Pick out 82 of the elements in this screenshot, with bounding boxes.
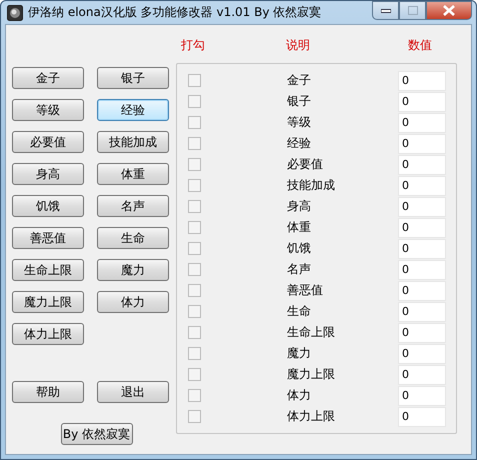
stat-button[interactable]: 经验 [97, 99, 169, 121]
stat-label: 技能加成 [287, 177, 336, 194]
stat-label: 金子 [287, 72, 312, 89]
stat-label: 魔力 [287, 345, 312, 362]
stat-label: 等级 [287, 114, 312, 131]
column-header: 说明 [286, 37, 310, 54]
checkbox[interactable] [188, 284, 201, 297]
value-field[interactable]: 0 [398, 344, 446, 364]
stat-label: 生命 [287, 303, 312, 320]
checkbox[interactable] [188, 263, 201, 276]
stat-button[interactable]: 魔力上限 [12, 291, 84, 313]
checkbox[interactable] [188, 305, 201, 318]
value-field[interactable]: 0 [398, 92, 446, 112]
stat-button[interactable]: 饥饿 [12, 195, 84, 217]
stat-button[interactable]: 技能加成 [97, 131, 169, 153]
stat-button[interactable]: 善恶值 [12, 227, 84, 249]
stat-label: 善恶值 [287, 282, 324, 299]
stat-button[interactable]: 体力上限 [12, 323, 84, 345]
stat-label: 饥饿 [287, 240, 312, 257]
stat-label: 名声 [287, 261, 312, 278]
minimize-button[interactable] [372, 1, 399, 20]
checkbox[interactable] [188, 137, 201, 150]
app-icon [7, 4, 23, 20]
checkbox[interactable] [188, 116, 201, 129]
column-header: 数值 [408, 37, 432, 54]
checkbox[interactable] [188, 326, 201, 339]
stat-button[interactable]: 生命上限 [12, 259, 84, 281]
checkbox[interactable] [188, 368, 201, 381]
stat-button[interactable]: 必要值 [12, 131, 84, 153]
value-field[interactable]: 0 [398, 364, 446, 384]
window-title: 伊洛纳 elona汉化版 多功能修改器 v1.01 By 依然寂寞 [28, 4, 322, 21]
stat-label: 魔力上限 [287, 366, 336, 383]
value-field[interactable]: 0 [398, 196, 446, 216]
checkbox[interactable] [188, 242, 201, 255]
stat-button[interactable]: 等级 [12, 99, 84, 121]
value-field[interactable]: 0 [398, 386, 446, 406]
stat-label: 体力上限 [287, 408, 336, 425]
minimize-icon [380, 8, 390, 12]
checkbox[interactable] [188, 179, 201, 192]
checkbox[interactable] [188, 74, 201, 87]
maximize-button[interactable] [399, 1, 426, 20]
value-field[interactable]: 0 [398, 238, 446, 258]
checkbox[interactable] [188, 410, 201, 423]
stat-label: 身高 [287, 198, 312, 215]
stat-label: 体重 [287, 219, 312, 236]
stat-button[interactable]: 体力 [97, 291, 169, 313]
maximize-icon [408, 6, 418, 15]
checkbox[interactable] [188, 389, 201, 402]
stat-button[interactable]: 名声 [97, 195, 169, 217]
stat-button[interactable]: 金子 [12, 67, 84, 89]
stat-button[interactable]: 生命 [97, 227, 169, 249]
value-field[interactable]: 0 [398, 280, 446, 300]
stat-label: 体力 [287, 387, 312, 404]
action-button[interactable]: 退出 [97, 381, 169, 403]
close-button[interactable] [426, 1, 472, 20]
column-header: 打勾 [181, 37, 205, 54]
value-field[interactable]: 0 [398, 302, 446, 322]
value-field[interactable]: 0 [398, 134, 446, 154]
stat-button[interactable]: 体重 [97, 163, 169, 185]
close-icon [443, 5, 455, 16]
stat-label: 必要值 [287, 156, 324, 173]
checkbox[interactable] [188, 347, 201, 360]
action-button[interactable]: 帮助 [12, 381, 84, 403]
stat-label: 银子 [287, 93, 312, 110]
value-field[interactable]: 0 [398, 406, 446, 426]
checkbox[interactable] [188, 95, 201, 108]
checkbox[interactable] [188, 200, 201, 213]
credit-button[interactable]: By 依然寂寞 [60, 423, 132, 445]
value-field[interactable]: 0 [398, 112, 446, 132]
stat-button[interactable]: 身高 [12, 163, 84, 185]
value-field[interactable]: 0 [398, 154, 446, 174]
stat-label: 生命上限 [287, 324, 336, 341]
value-field[interactable]: 0 [398, 218, 446, 238]
value-field[interactable]: 0 [398, 70, 446, 90]
checkbox[interactable] [188, 221, 201, 234]
value-field[interactable]: 0 [398, 322, 446, 342]
stat-button[interactable]: 银子 [97, 67, 169, 89]
stat-label: 经验 [287, 135, 312, 152]
checkbox[interactable] [188, 158, 201, 171]
value-field[interactable]: 0 [398, 176, 446, 196]
value-field[interactable]: 0 [398, 260, 446, 280]
stat-button[interactable]: 魔力 [97, 259, 169, 281]
